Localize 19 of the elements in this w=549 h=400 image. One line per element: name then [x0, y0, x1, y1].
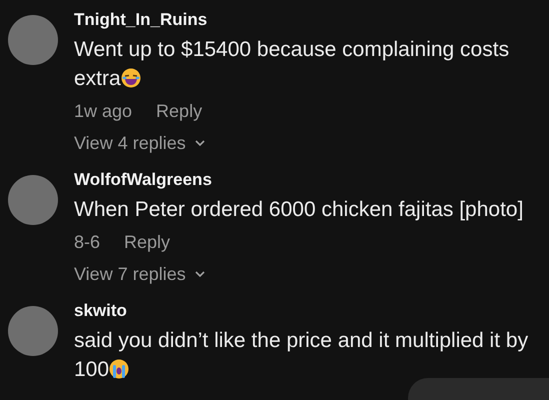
comment-text: When Peter ordered 6000 chicken fajitas [photo]	[74, 197, 524, 223]
comment-text: said you didn’t like the price and it multiplied it by 100	[74, 328, 530, 383]
comment-time: 8-6	[74, 231, 100, 254]
username[interactable]: Tnight_In_Ruins	[74, 5, 208, 35]
view-replies-button[interactable]: View 4 replies	[74, 129, 206, 157]
username[interactable]: skwito	[74, 296, 127, 326]
view-replies-button[interactable]: View 7 replies	[74, 260, 206, 288]
chevron-down-icon	[194, 270, 206, 278]
username[interactable]: WolfofWalgreens	[74, 165, 212, 195]
avatar-placeholder[interactable]	[8, 175, 58, 225]
chevron-down-icon	[194, 139, 206, 147]
avatar-placeholder[interactable]	[8, 306, 58, 356]
avatar-placeholder[interactable]	[8, 15, 58, 65]
reply-link[interactable]: Reply	[156, 97, 202, 125]
reply-link[interactable]: Reply	[124, 228, 170, 256]
crying-face-icon	[109, 359, 130, 379]
comment-time: 1w ago	[74, 100, 132, 123]
comment-text: Went up to $15400 because complaining costs extra	[74, 37, 510, 92]
laughing-face-icon	[120, 68, 141, 88]
